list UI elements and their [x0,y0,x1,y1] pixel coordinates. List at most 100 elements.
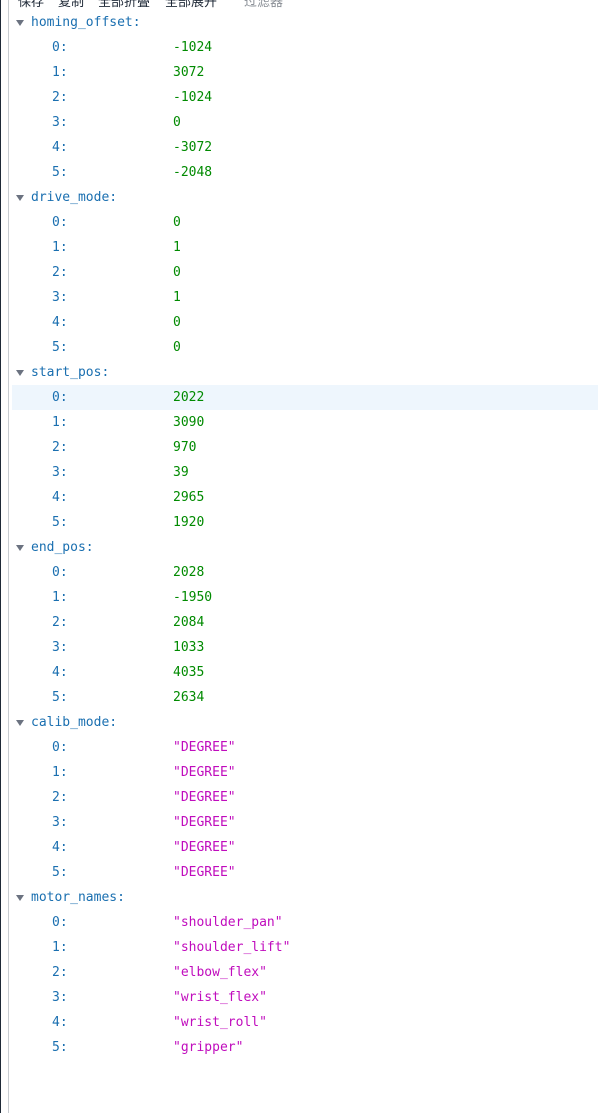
item-index: 2: [52,90,68,105]
triangle-down-icon[interactable] [16,895,24,901]
json-viewer: 保存 复制 全部折叠 全部展开 过滤器 homing_offset: 0: -102… [0,0,598,1113]
triangle-down-icon[interactable] [16,370,24,376]
triangle-down-icon[interactable] [16,545,24,551]
item-index: 5: [52,865,68,880]
tree-row[interactable]: 3: "wrist_flex" [0,985,598,1010]
section-header-drive-mode[interactable]: drive_mode: [0,185,598,210]
item-index: 3: [52,290,68,305]
number-value: 2022 [173,390,205,405]
section-key: calib_mode: [31,715,118,730]
tree-row[interactable]: 2: -1024 [0,85,598,110]
tree-row[interactable]: 0: 0 [0,210,598,235]
item-index: 4: [52,315,68,330]
section-key: drive_mode: [31,190,118,205]
filter-input[interactable]: 过滤器 [244,0,283,8]
number-value: -1024 [173,40,213,55]
tree-row[interactable]: 4: "DEGREE" [0,835,598,860]
item-index: 5: [52,690,68,705]
tree-row[interactable]: 1: 3072 [0,60,598,85]
number-value: -3072 [173,140,213,155]
item-index: 1: [52,65,68,80]
tree-row[interactable]: 1: "shoulder_lift" [0,935,598,960]
section-header-end-pos[interactable]: end_pos: [0,535,598,560]
tree-row[interactable]: 0: 2022 [12,385,598,410]
json-tree: homing_offset: 0: -1024 1: 3072 2: -1024 3: 0 4: -… [0,10,598,1060]
expand-all-button[interactable]: 全部展开 [165,0,217,8]
tree-row[interactable]: 0: -1024 [0,35,598,60]
tree-row[interactable]: 3: "DEGREE" [0,810,598,835]
tree-row[interactable]: 5: "DEGREE" [0,860,598,885]
tree-row[interactable]: 1: "DEGREE" [0,760,598,785]
number-value: 39 [173,465,189,480]
item-index: 2: [52,440,68,455]
tree-row[interactable]: 1: -1950 [0,585,598,610]
number-value: 1 [173,290,181,305]
number-value: 0 [173,340,181,355]
tree-row[interactable]: 2: "DEGREE" [0,785,598,810]
item-index: 4: [52,140,68,155]
item-index: 0: [52,740,68,755]
tree-row[interactable]: 1: 3090 [0,410,598,435]
save-button[interactable]: 保存 [18,0,44,8]
section-header-homing-offset[interactable]: homing_offset: [0,10,598,35]
tree-row[interactable]: 4: 2965 [0,485,598,510]
tree-row[interactable]: 5: 2634 [0,685,598,710]
tree-row[interactable]: 2: 970 [0,435,598,460]
item-index: 1: [52,765,68,780]
item-index: 4: [52,490,68,505]
copy-button[interactable]: 复制 [58,0,84,8]
item-index: 3: [52,815,68,830]
tree-row[interactable]: 5: 1920 [0,510,598,535]
number-value: 2084 [173,615,205,630]
toolbar-partial: 保存 复制 全部折叠 全部展开 过滤器 [10,0,598,8]
triangle-down-icon[interactable] [16,20,24,26]
number-value: 1920 [173,515,205,530]
tree-row[interactable]: 3: 1033 [0,635,598,660]
tree-row[interactable]: 3: 1 [0,285,598,310]
tree-row[interactable]: 4: "wrist_roll" [0,1010,598,1035]
tree-row[interactable]: 2: "elbow_flex" [0,960,598,985]
item-index: 1: [52,590,68,605]
tree-row[interactable]: 0: "DEGREE" [0,735,598,760]
tree-row[interactable]: 3: 0 [0,110,598,135]
section-key: homing_offset: [31,15,141,30]
collapse-all-button[interactable]: 全部折叠 [98,0,150,8]
section-header-motor-names[interactable]: motor_names: [0,885,598,910]
number-value: -1950 [173,590,213,605]
string-value: "DEGREE" [173,740,236,755]
tree-row[interactable]: 4: -3072 [0,135,598,160]
tree-row[interactable]: 4: 4035 [0,660,598,685]
tree-row[interactable]: 5: -2048 [0,160,598,185]
number-value: 1033 [173,640,205,655]
tree-row[interactable]: 2: 0 [0,260,598,285]
string-value: "shoulder_pan" [173,915,283,930]
tree-row[interactable]: 0: "shoulder_pan" [0,910,598,935]
item-index: 1: [52,415,68,430]
item-index: 3: [52,115,68,130]
section-header-calib-mode[interactable]: calib_mode: [0,710,598,735]
number-value: 2634 [173,690,205,705]
string-value: "gripper" [173,1040,244,1055]
tree-row[interactable]: 4: 0 [0,310,598,335]
item-index: 1: [52,940,68,955]
string-value: "DEGREE" [173,790,236,805]
string-value: "wrist_flex" [173,990,267,1005]
number-value: -1024 [173,90,213,105]
item-index: 0: [52,215,68,230]
tree-row[interactable]: 0: 2028 [0,560,598,585]
triangle-down-icon[interactable] [16,195,24,201]
section-key: start_pos: [31,365,110,380]
triangle-down-icon[interactable] [16,720,24,726]
tree-row[interactable]: 5: 0 [0,335,598,360]
tree-row[interactable]: 1: 1 [0,235,598,260]
string-value: "DEGREE" [173,815,236,830]
number-value: 2028 [173,565,205,580]
tree-row[interactable]: 5: "gripper" [0,1035,598,1060]
string-value: "shoulder_lift" [173,940,291,955]
section-header-start-pos[interactable]: start_pos: [0,360,598,385]
tree-row[interactable]: 3: 39 [0,460,598,485]
string-value: "DEGREE" [173,840,236,855]
tree-row[interactable]: 2: 2084 [0,610,598,635]
item-index: 3: [52,465,68,480]
item-index: 2: [52,965,68,980]
